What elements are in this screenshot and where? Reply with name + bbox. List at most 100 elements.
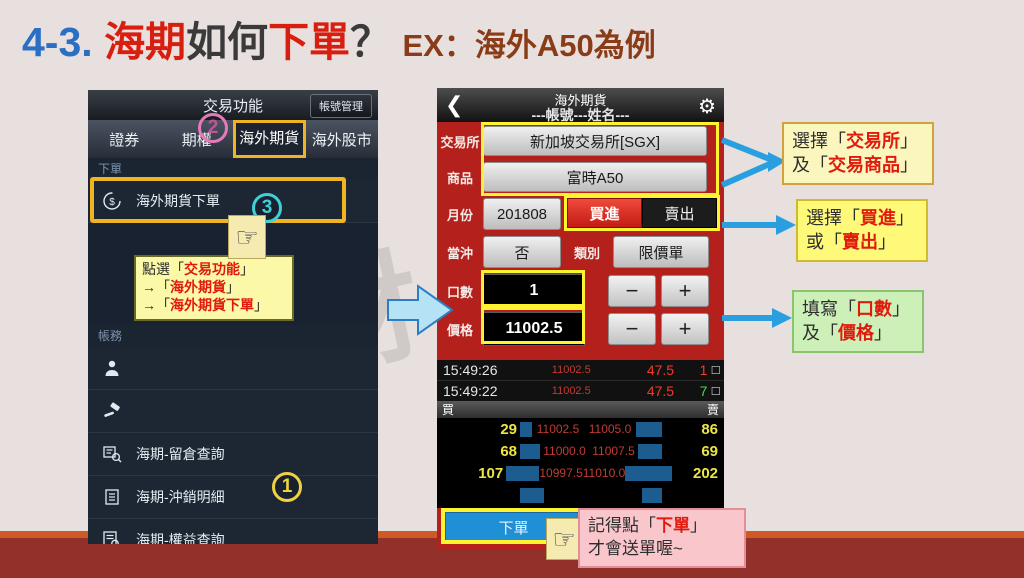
- price-increment-button[interactable]: +: [661, 313, 709, 345]
- bid-bar: [520, 487, 544, 503]
- menu-item-position-query[interactable]: 海期-留倉查詢: [88, 433, 378, 476]
- note-line-1: 點選「交易功能」: [142, 261, 286, 279]
- daytrade-select[interactable]: 否: [483, 236, 561, 268]
- tab-overseas-stocks[interactable]: 海外股市: [306, 129, 379, 150]
- title-number: 4-3.: [22, 19, 93, 65]
- note-text: 」: [226, 278, 240, 295]
- month-select[interactable]: 201808: [483, 198, 561, 230]
- title-ex-prefix: EX：: [402, 28, 475, 63]
- price-decrement-button[interactable]: −: [608, 313, 656, 345]
- note-text: 」: [900, 155, 918, 176]
- bid-header-label: 買: [442, 403, 455, 417]
- hand-cursor-icon: ☞: [228, 215, 266, 259]
- note-text: 」: [896, 208, 914, 228]
- annotation-note-exchange-product: 選擇「交易所」 及「交易商品」: [782, 122, 934, 185]
- quantity-decrement-button[interactable]: −: [608, 275, 656, 307]
- ask-bar: [638, 443, 662, 459]
- deal-row: 15:49:26 11002.5 47.5 1 ☐: [437, 360, 724, 381]
- note-text: 記得點「: [588, 516, 656, 535]
- ask-price: 11010.0: [582, 466, 626, 480]
- menu-item-label: 海期-留倉查詢: [136, 446, 225, 462]
- tab-overseas-futures[interactable]: 海外期貨: [233, 120, 306, 158]
- deal-qty: 1: [699, 362, 708, 378]
- left-top-bar: 交易功能 帳號管理: [88, 90, 378, 120]
- bid-bar: [520, 421, 532, 437]
- note-text: 選擇「: [806, 208, 860, 228]
- menu-item-settlement-detail[interactable]: 海期-沖銷明細: [88, 476, 378, 519]
- note-text: 」: [690, 516, 707, 535]
- ask-price: 11005.0: [588, 422, 632, 436]
- quantity-label: 口數: [446, 284, 473, 300]
- bid-bar: [520, 443, 540, 459]
- bid-ask-header: 買 賣: [437, 401, 724, 418]
- note-line-2: 及「價格」: [802, 321, 914, 345]
- note-text: 點選「: [142, 261, 184, 277]
- account-management-button[interactable]: 帳號管理: [310, 94, 372, 118]
- note-line-1: 填寫「口數」: [802, 297, 914, 321]
- title-ex-text: 海外A50為例: [474, 28, 656, 63]
- deal-price: 11002.5: [551, 364, 591, 376]
- note-line-1: 記得點「下單」: [588, 515, 736, 538]
- note-highlight: 買進: [860, 208, 896, 228]
- bid-price: 10997.5: [539, 466, 583, 480]
- note-text: 」: [240, 261, 254, 277]
- tab-securities[interactable]: 證券: [88, 129, 161, 150]
- page-title: 4-3. 海期如何下單？ EX：海外A50為例: [22, 22, 656, 63]
- daytrade-label: 當沖: [446, 245, 473, 261]
- ask-header-label: 賣: [706, 403, 719, 417]
- note-text: →「: [142, 278, 170, 295]
- step-badge-1: 1: [272, 472, 302, 502]
- highlight-box-quantity: [481, 270, 585, 307]
- ask-qty: 86: [701, 420, 718, 438]
- note-line-2: 才會送單喔~: [588, 538, 736, 561]
- title-red-1: 海期: [104, 19, 187, 65]
- ask-qty: 202: [692, 464, 719, 482]
- note-text: 」: [874, 323, 892, 344]
- ask-bar: [642, 487, 662, 503]
- ask-bar: [625, 465, 672, 481]
- title-question: ？: [350, 19, 392, 65]
- step-badge-2: 2: [198, 113, 228, 143]
- annotation-note-buy-sell: 選擇「買進」 或「賣出」: [796, 199, 928, 262]
- menu-item-equity-query[interactable]: 海期-權益查詢: [88, 519, 378, 544]
- note-highlight: 賣出: [842, 232, 878, 253]
- highlight-box-order-row: [90, 177, 346, 223]
- annotation-note-qty-price: 填寫「口數」 及「價格」: [792, 290, 924, 353]
- deal-qty: 7: [699, 383, 708, 399]
- order-type-select[interactable]: 限價單: [613, 236, 709, 268]
- deal-box-icon: ☐: [710, 385, 721, 398]
- title-red-2: 下單: [268, 19, 351, 65]
- section-header-account: 帳務: [88, 325, 378, 347]
- month-label: 月份: [446, 207, 473, 223]
- arrow-to-note-exchange-product: [720, 137, 786, 188]
- order-book-row: 29 11002.5 11005.0 86: [437, 418, 724, 440]
- deal-box-icon: ☐: [710, 364, 721, 377]
- gear-icon[interactable]: ⚙: [698, 94, 716, 119]
- order-type-label: 類別: [573, 245, 600, 261]
- recent-deals-list: 15:49:26 11002.5 47.5 1 ☐ 15:49:22 11002…: [437, 360, 724, 402]
- menu-item-person[interactable]: [88, 347, 378, 390]
- bid-bar: [506, 465, 540, 481]
- bid-qty: 107: [478, 464, 504, 482]
- deal-row: 15:49:22 11002.5 47.5 7 ☐: [437, 381, 724, 402]
- note-text: 」: [900, 131, 918, 151]
- bid-qty: 68: [500, 442, 517, 460]
- highlight-box-exchange-product: [481, 122, 719, 196]
- doc-lines-icon: [88, 488, 136, 506]
- note-text: 及「: [802, 323, 838, 344]
- deal-change: 47.5: [646, 383, 675, 399]
- order-book-row: 68 11000.0 11007.5 69: [437, 440, 724, 462]
- note-line-3: →「海外期貨下單」: [142, 297, 286, 315]
- menu-item-gavel[interactable]: [88, 390, 378, 433]
- bid-price: 11000.0: [543, 444, 586, 458]
- highlight-box-buy-sell: [564, 195, 720, 231]
- ask-bar: [636, 421, 662, 437]
- order-book-row: 107 10997.5 11010.0 202: [437, 462, 724, 484]
- annotation-note-submit-order: 記得點「下單」 才會送單喔~: [578, 508, 746, 568]
- note-text: →「: [142, 296, 170, 313]
- note-highlight: 交易所: [846, 131, 900, 151]
- hand-cursor-icon: ☞: [546, 518, 582, 560]
- title-dark-1: 如何: [186, 19, 269, 65]
- menu-item-label: 海期-沖銷明細: [136, 489, 225, 505]
- quantity-increment-button[interactable]: +: [661, 275, 709, 307]
